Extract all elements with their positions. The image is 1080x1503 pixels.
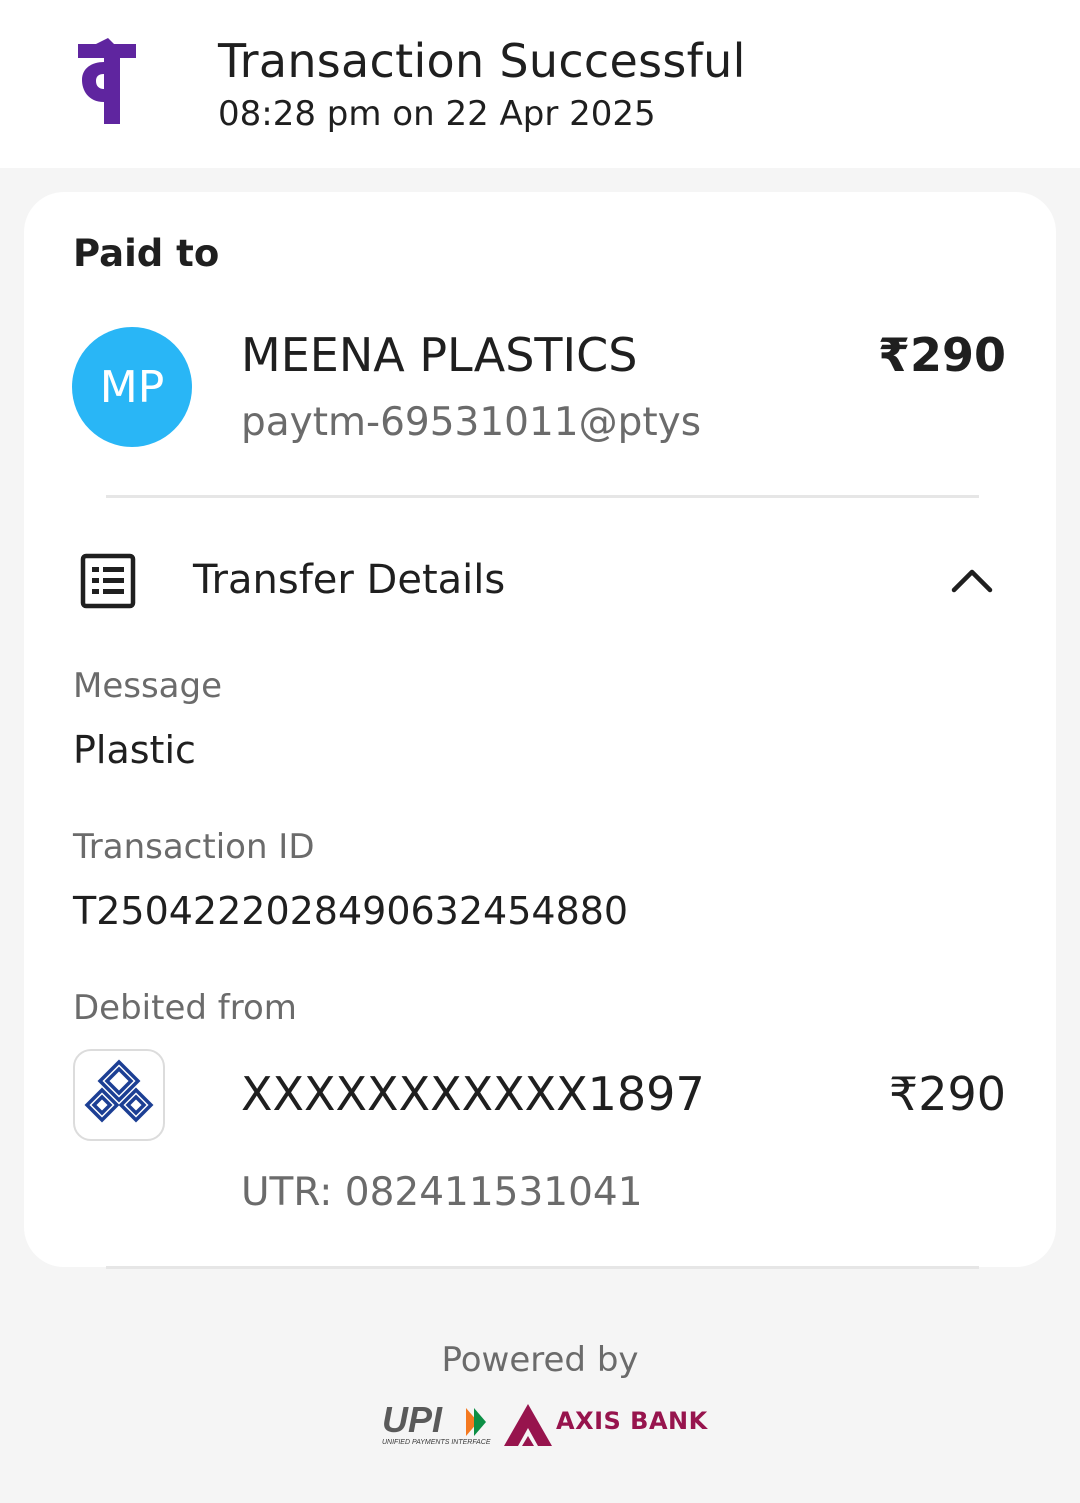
chevron-up-icon[interactable] [950,562,994,598]
app-header: Transaction Successful 08:28 pm on 22 Ap… [0,0,1080,168]
axis-bank-name: AXIS BANK [556,1407,708,1435]
upi-logo: UPI UNIFIED PAYMENTS INTERFACE [382,1400,491,1446]
payee-amount: ₹290 [877,328,1006,382]
message-value: Plastic [73,728,196,772]
payee-upi-id: paytm-69531011@ptys [241,400,702,445]
svg-text:UNIFIED PAYMENTS INTERFACE: UNIFIED PAYMENTS INTERFACE [382,1439,491,1446]
phonepe-logo [78,38,136,124]
transaction-datetime: 08:28 pm on 22 Apr 2025 [218,94,656,134]
powered-by-label: Powered by [441,1340,639,1380]
debit-amount: ₹290 [888,1067,1006,1121]
divider [106,495,979,498]
receipt-list-icon [80,553,136,609]
payee-name: MEENA PLASTICS [241,328,638,382]
svg-text:UPI: UPI [382,1400,443,1440]
account-number: XXXXXXXXXXX1897 [241,1067,705,1121]
bank-logo [73,1049,165,1141]
message-label: Message [73,666,223,706]
divider [106,1266,979,1269]
transaction-card: Paid to MP MEENA PLASTICS paytm-69531011… [24,192,1056,1267]
debited-from-label: Debited from [73,988,297,1028]
bank-of-india-logo [84,1059,154,1123]
payee-avatar: MP [72,327,192,447]
transaction-id-label: Transaction ID [73,827,315,867]
utr-number: UTR: 082411531041 [241,1170,643,1215]
page-title: Transaction Successful [218,34,746,88]
transaction-id-value: T2504222028490632454880 [73,889,629,933]
transfer-details-title[interactable]: Transfer Details [193,557,505,603]
paid-to-label: Paid to [73,232,220,275]
